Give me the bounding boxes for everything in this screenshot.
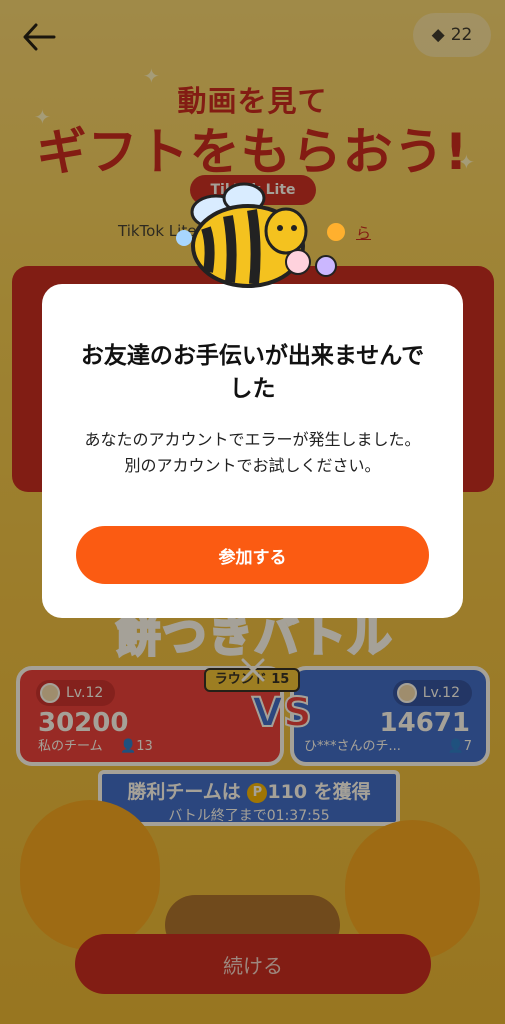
- modal-message: あなたのアカウントでエラーが発生しました。別のアカウントでお試しください。: [84, 430, 421, 475]
- modal-title: お友達のお手伝いが出来ませんでした: [80, 343, 425, 402]
- join-button[interactable]: 参加する: [76, 526, 429, 584]
- bee-mascot-icon: [176, 182, 345, 288]
- error-modal: お友達のお手伝いが出来ませんでした あなたのアカウントでエラーが発生しました。別…: [42, 284, 463, 618]
